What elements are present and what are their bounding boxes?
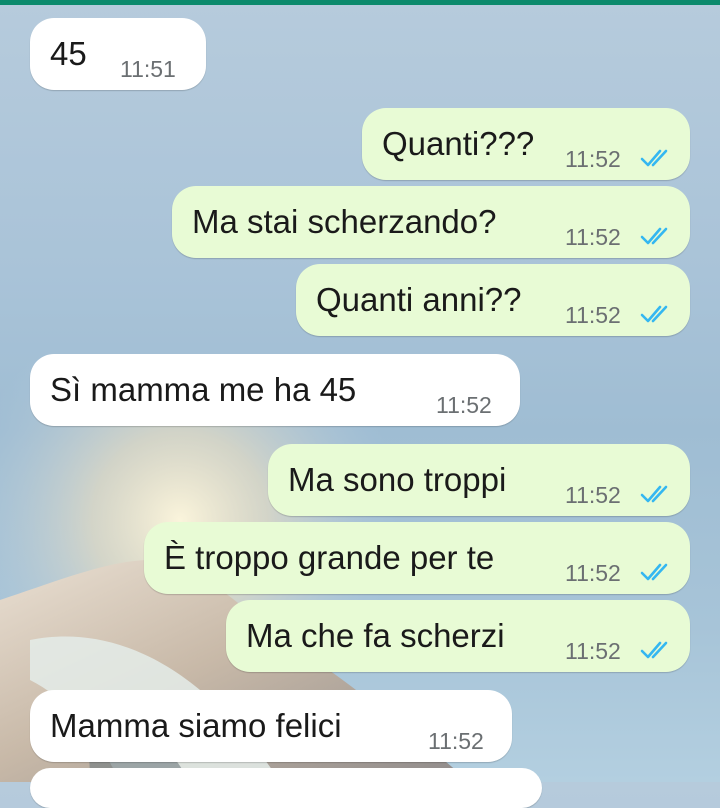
message-time: 11:52 bbox=[565, 482, 621, 508]
message-time: 11:52 bbox=[565, 146, 621, 172]
message-bubble-incoming-partial[interactable] bbox=[30, 768, 542, 808]
message-bubble-outgoing[interactable]: È troppo grande per te 11:52 bbox=[144, 522, 690, 594]
message-time: 11:52 bbox=[565, 638, 621, 664]
message-bubble-incoming[interactable]: Sì mamma me ha 45 11:52 bbox=[30, 354, 520, 426]
message-time: 11:52 bbox=[436, 392, 492, 418]
message-bubble-outgoing[interactable]: Ma sono troppi 11:52 bbox=[268, 444, 690, 516]
message-text: Ma che fa scherzi bbox=[246, 617, 505, 654]
double-check-icon bbox=[640, 485, 668, 503]
double-check-icon bbox=[640, 227, 668, 245]
message-text: Quanti??? bbox=[382, 125, 535, 162]
message-time: 11:52 bbox=[565, 224, 621, 250]
message-text: 45 bbox=[50, 35, 87, 72]
double-check-icon bbox=[640, 563, 668, 581]
message-text: Mamma siamo felici bbox=[50, 707, 342, 744]
message-text: Quanti anni?? bbox=[316, 281, 522, 318]
message-text: Ma stai scherzando? bbox=[192, 203, 497, 240]
message-bubble-outgoing[interactable]: Quanti??? 11:52 bbox=[362, 108, 690, 180]
message-time: 11:52 bbox=[428, 728, 484, 754]
message-bubble-outgoing[interactable]: Ma che fa scherzi 11:52 bbox=[226, 600, 690, 672]
double-check-icon bbox=[640, 149, 668, 167]
double-check-icon bbox=[640, 305, 668, 323]
message-bubble-outgoing[interactable]: Ma stai scherzando? 11:52 bbox=[172, 186, 690, 258]
message-bubble-incoming[interactable]: Mamma siamo felici 11:52 bbox=[30, 690, 512, 762]
message-time: 11:52 bbox=[565, 560, 621, 586]
message-text: È troppo grande per te bbox=[164, 539, 495, 576]
double-check-icon bbox=[640, 641, 668, 659]
message-text: Ma sono troppi bbox=[288, 461, 507, 498]
message-bubble-outgoing[interactable]: Quanti anni?? 11:52 bbox=[296, 264, 690, 336]
message-time: 11:52 bbox=[565, 302, 621, 328]
message-bubble-incoming[interactable]: 45 11:51 bbox=[30, 18, 206, 90]
message-text: Sì mamma me ha 45 bbox=[50, 371, 357, 408]
message-time: 11:51 bbox=[120, 56, 176, 82]
